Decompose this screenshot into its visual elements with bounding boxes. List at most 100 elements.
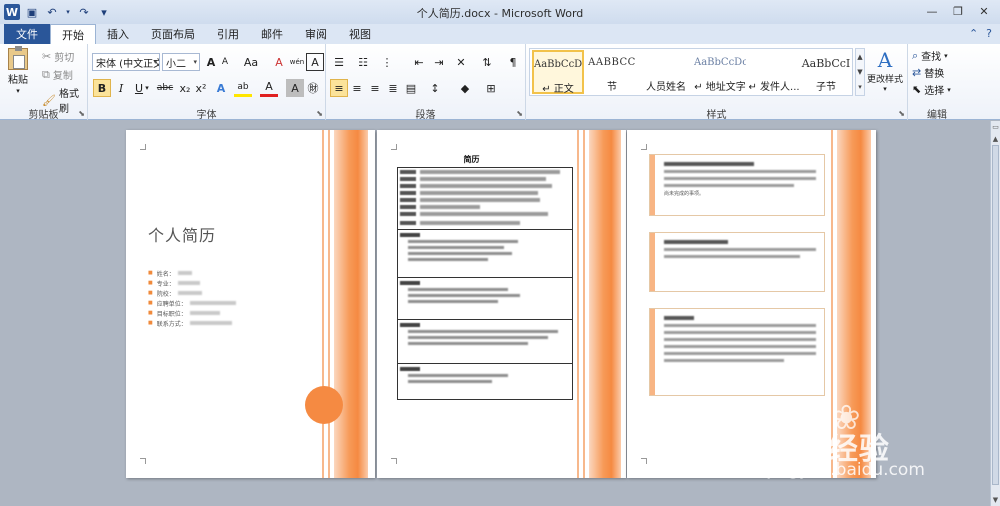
shrink-font-button[interactable]: A — [216, 53, 234, 71]
clipboard-launcher-icon[interactable]: ⬊ — [78, 109, 85, 118]
scroll-down-icon[interactable]: ▼ — [991, 496, 1000, 504]
scroll-thumb[interactable] — [992, 145, 999, 485]
justify-button[interactable]: ≣ — [384, 79, 402, 97]
baidu-watermark: ❀ Bai 经验 jingyan.baidu.com — [760, 398, 960, 488]
borders-button[interactable]: ⊞ — [482, 79, 500, 97]
bullets-button[interactable]: ☰ — [330, 53, 348, 71]
underline-dropdown-icon[interactable]: ▾ — [142, 79, 152, 97]
customize-qat-icon[interactable]: ▾ — [96, 4, 112, 20]
find-button[interactable]: ⌕ 查找 ▾ — [912, 48, 948, 64]
redo-icon[interactable]: ↷ — [76, 4, 92, 20]
word-icon[interactable]: W — [4, 4, 20, 20]
page-resume[interactable]: 简历 — [377, 130, 626, 478]
undo-icon[interactable]: ↶ — [44, 4, 60, 20]
minimize-icon[interactable]: — — [920, 2, 944, 20]
bold-button[interactable]: B — [93, 79, 111, 97]
window-title: 个人简历.docx - Microsoft Word — [416, 7, 584, 20]
tab-home[interactable]: 开始 — [50, 24, 96, 44]
cut-button[interactable]: ✂ 剪切 — [42, 49, 74, 64]
decor-stripe — [322, 130, 324, 478]
decor-orange-band — [334, 130, 368, 478]
list-item: ■ 应聘单位： — [148, 298, 236, 308]
font-group: 宋体 (中文正文) ▾ 小二 ▾ A A Aa A wén A B I U ▾ … — [88, 44, 326, 121]
page-cover[interactable]: 个人简历 ■ 姓名： ■ 专业： ■ 院校： ■ 应聘单位： ■ 目标职位： ■ 联系方式： — [126, 130, 375, 478]
watermark-url: jingyan.baidu.com — [768, 460, 925, 480]
shading-button[interactable]: ◆ — [456, 79, 474, 97]
change-case-button[interactable]: Aa — [240, 53, 262, 71]
tab-mailings[interactable]: 邮件 — [250, 24, 294, 44]
decrease-indent-button[interactable]: ⇤ — [410, 53, 428, 71]
multilevel-list-button[interactable]: ⋮ — [378, 53, 396, 71]
distributed-button[interactable]: ▤ — [402, 79, 420, 97]
field-label: 专业： — [156, 280, 175, 288]
help-icon[interactable]: ? — [986, 27, 992, 40]
show-marks-button[interactable]: ¶ — [504, 53, 522, 71]
italic-button[interactable]: I — [112, 79, 130, 97]
sort-button[interactable]: ⇅ — [478, 53, 496, 71]
undo-dropdown-icon[interactable]: ▾ — [64, 4, 72, 20]
copy-button[interactable]: ⧉ 复制 — [42, 67, 73, 83]
tab-view[interactable]: 视图 — [338, 24, 382, 44]
minimize-ribbon-icon[interactable]: ⌃ — [969, 27, 978, 40]
numbering-button[interactable]: ☷ — [354, 53, 372, 71]
chinese-layout-button[interactable]: ✕ — [452, 53, 470, 71]
select-button[interactable]: ⬉ 选择 ▾ — [912, 82, 951, 97]
close-icon[interactable]: ✕ — [972, 2, 996, 20]
font-color-button[interactable]: A — [260, 79, 278, 97]
crop-mark — [641, 144, 647, 150]
paste-button[interactable]: 粘贴 ▾ — [8, 46, 28, 95]
brush-icon: 🖌 — [42, 93, 56, 107]
strikethrough-button[interactable]: abc — [154, 79, 176, 97]
increase-indent-button[interactable]: ⇥ — [430, 53, 448, 71]
char-border-button[interactable]: A — [306, 53, 324, 71]
superscript-button[interactable]: x² — [192, 79, 210, 97]
restore-icon[interactable]: ❐ — [946, 2, 970, 20]
font-size-dropdown-icon: ▾ — [193, 58, 197, 66]
cover-title: 个人简历 — [148, 226, 217, 245]
tab-page-layout[interactable]: 页面布局 — [140, 24, 206, 44]
highlight-button[interactable]: ab — [234, 79, 252, 97]
font-group-label: 字体 — [196, 110, 217, 121]
styles-launcher-icon[interactable]: ⬊ — [898, 109, 905, 118]
tab-file[interactable]: 文件 — [4, 24, 50, 44]
font-launcher-icon[interactable]: ⬊ — [316, 109, 323, 118]
replace-button[interactable]: ⇄ 替换 — [912, 65, 944, 80]
binoculars-icon: ⌕ — [912, 48, 919, 62]
find-dropdown-icon: ▾ — [944, 51, 948, 60]
text-box — [649, 232, 825, 292]
paste-icon — [8, 46, 28, 70]
clear-format-button[interactable]: A — [270, 53, 288, 71]
field-label: 姓名： — [156, 270, 175, 278]
font-size-combo[interactable]: 小二 ▾ — [162, 53, 200, 71]
text-effects-button[interactable]: A — [212, 79, 230, 97]
align-right-button[interactable]: ≡ — [366, 79, 384, 97]
crop-mark — [641, 458, 647, 464]
crop-mark — [391, 144, 397, 150]
tab-insert[interactable]: 插入 — [96, 24, 140, 44]
paragraph-group-label: 段落 — [415, 110, 436, 121]
list-item: ■ 专业： — [148, 278, 236, 288]
paragraph-launcher-icon[interactable]: ⬊ — [516, 109, 523, 118]
field-label: 目标职位： — [156, 310, 187, 318]
styles-group-label: 样式 — [706, 110, 727, 121]
scroll-up-icon[interactable]: ▲ — [991, 135, 1000, 143]
enclose-char-button[interactable]: ㊖ — [304, 79, 322, 97]
line-spacing-button[interactable]: ↕ — [426, 79, 444, 97]
align-left-button[interactable]: ≡ — [330, 79, 348, 97]
paste-label: 粘贴 — [8, 75, 28, 86]
tab-references[interactable]: 引用 — [206, 24, 250, 44]
crop-mark — [391, 458, 397, 464]
field-label: 应聘单位： — [156, 300, 187, 308]
save-icon[interactable]: ▣ — [24, 4, 40, 20]
font-name-combo[interactable]: 宋体 (中文正文) ▾ — [92, 53, 160, 71]
crop-mark — [140, 458, 146, 464]
font-name-dropdown-icon: ▾ — [153, 58, 157, 66]
vertical-scrollbar[interactable]: ▭ ▲ ▼ — [990, 121, 1000, 506]
resume-title: 简历 — [463, 155, 480, 164]
ruler-toggle-icon[interactable]: ▭ — [991, 123, 1000, 131]
editing-group: ⌕ 查找 ▾ ⇄ 替换 ⬉ 选择 ▾ 编辑 — [908, 44, 966, 122]
char-shading-button[interactable]: A — [286, 79, 304, 97]
align-center-button[interactable]: ≡ — [348, 79, 366, 97]
phonetic-guide-button[interactable]: wén — [288, 53, 306, 71]
tab-review[interactable]: 审阅 — [294, 24, 338, 44]
